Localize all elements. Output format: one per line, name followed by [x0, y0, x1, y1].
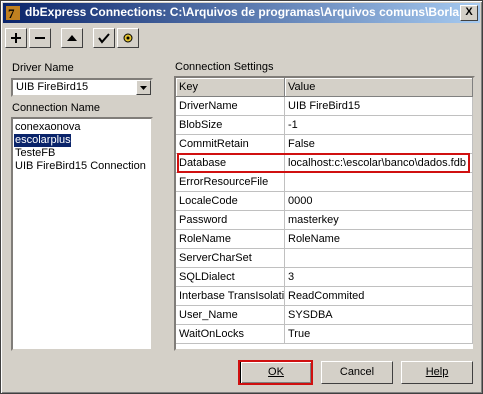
- app-icon: 7: [6, 6, 20, 21]
- setting-key: Password: [176, 211, 285, 230]
- close-button[interactable]: X: [460, 5, 478, 21]
- plus-icon: [11, 33, 21, 43]
- setting-key: ErrorResourceFile: [176, 173, 285, 192]
- up-button[interactable]: [61, 28, 83, 48]
- dbexpress-connections-window: 7 dbExpress Connections: C:\Arquivos de …: [0, 0, 483, 394]
- setting-value[interactable]: [285, 249, 473, 268]
- cancel-label: Cancel: [339, 366, 375, 378]
- driver-name-value: UIB FireBird15: [16, 81, 89, 93]
- chevron-down-icon: [140, 86, 147, 90]
- setting-value[interactable]: UIB FireBird15: [285, 97, 473, 116]
- setting-key: WaitOnLocks: [176, 325, 285, 344]
- table-row: Database localhost:c:\escolar\banco\dados…: [176, 154, 473, 173]
- dropdown-button[interactable]: [136, 80, 151, 95]
- connection-name-label: Connection Name: [12, 102, 101, 114]
- setting-value[interactable]: masterkey: [285, 211, 473, 230]
- table-row: SQLDialect 3: [176, 268, 473, 287]
- connection-list[interactable]: conexaonova escolarplus TesteFB UIB Fire…: [11, 117, 153, 351]
- settings-button[interactable]: [117, 28, 139, 48]
- table-row: BlobSize -1: [176, 116, 473, 135]
- setting-key: SQLDialect: [176, 268, 285, 287]
- list-item[interactable]: conexaonova: [14, 121, 80, 134]
- test-connection-button[interactable]: [93, 28, 115, 48]
- help-label: Help: [425, 366, 449, 378]
- window-title: dbExpress Connections: C:\Arquivos de pr…: [25, 5, 470, 19]
- ok-button[interactable]: OK: [240, 361, 312, 384]
- triangle-up-icon: [67, 35, 77, 41]
- gear-icon: [123, 33, 133, 43]
- table-row: Interbase TransIsolation ReadCommited: [176, 287, 473, 306]
- close-icon: X: [465, 6, 473, 18]
- setting-key: BlobSize: [176, 116, 285, 135]
- setting-key: RoleName: [176, 230, 285, 249]
- setting-value[interactable]: localhost:c:\escolar\banco\dados.fdb: [285, 154, 473, 173]
- setting-key: LocaleCode: [176, 192, 285, 211]
- title-bar[interactable]: 7 dbExpress Connections: C:\Arquivos de …: [3, 3, 480, 23]
- table-row: ServerCharSet: [176, 249, 473, 268]
- value-column-header[interactable]: Value: [285, 78, 473, 97]
- connection-settings-label: Connection Settings: [175, 61, 274, 73]
- checkmark-icon: [98, 33, 110, 44]
- setting-value[interactable]: SYSDBA: [285, 306, 473, 325]
- ok-label: OK: [268, 366, 284, 378]
- setting-key: DriverName: [176, 97, 285, 116]
- table-row: WaitOnLocks True: [176, 325, 473, 344]
- list-item[interactable]: escolarplus: [13, 133, 72, 148]
- cancel-button[interactable]: Cancel: [321, 361, 393, 384]
- setting-key: ServerCharSet: [176, 249, 285, 268]
- setting-key: User_Name: [176, 306, 285, 325]
- delete-connection-button[interactable]: [29, 28, 51, 48]
- setting-value[interactable]: 3: [285, 268, 473, 287]
- table-row: DriverName UIB FireBird15: [176, 97, 473, 116]
- connection-settings-grid: Key Value DriverName UIB FireBird15 BlobS…: [174, 76, 475, 351]
- table-row: Password masterkey: [176, 211, 473, 230]
- table-row: ErrorResourceFile: [176, 173, 473, 192]
- minus-icon: [35, 37, 45, 39]
- driver-name-label: Driver Name: [12, 62, 74, 74]
- svg-text:7: 7: [8, 6, 15, 21]
- setting-key: Interbase TransIsolation: [176, 287, 285, 306]
- setting-key: Database: [176, 154, 285, 173]
- setting-value[interactable]: RoleName: [285, 230, 473, 249]
- setting-value[interactable]: True: [285, 325, 473, 344]
- table-row: User_Name SYSDBA: [176, 306, 473, 325]
- list-item[interactable]: TesteFB: [14, 147, 55, 160]
- setting-value[interactable]: 0000: [285, 192, 473, 211]
- table-row: CommitRetain False: [176, 135, 473, 154]
- setting-value[interactable]: ReadCommited: [285, 287, 473, 306]
- setting-key: CommitRetain: [176, 135, 285, 154]
- setting-value[interactable]: False: [285, 135, 473, 154]
- table-row: RoleName RoleName: [176, 230, 473, 249]
- driver-name-select[interactable]: UIB FireBird15: [11, 78, 153, 97]
- key-column-header[interactable]: Key: [176, 78, 285, 97]
- help-button[interactable]: Help: [401, 361, 473, 384]
- table-row: LocaleCode 0000: [176, 192, 473, 211]
- setting-value[interactable]: -1: [285, 116, 473, 135]
- list-item[interactable]: UIB FireBird15 Connection: [14, 160, 146, 173]
- add-connection-button[interactable]: [5, 28, 27, 48]
- grid-header: Key Value: [176, 78, 473, 97]
- setting-value[interactable]: [285, 173, 473, 192]
